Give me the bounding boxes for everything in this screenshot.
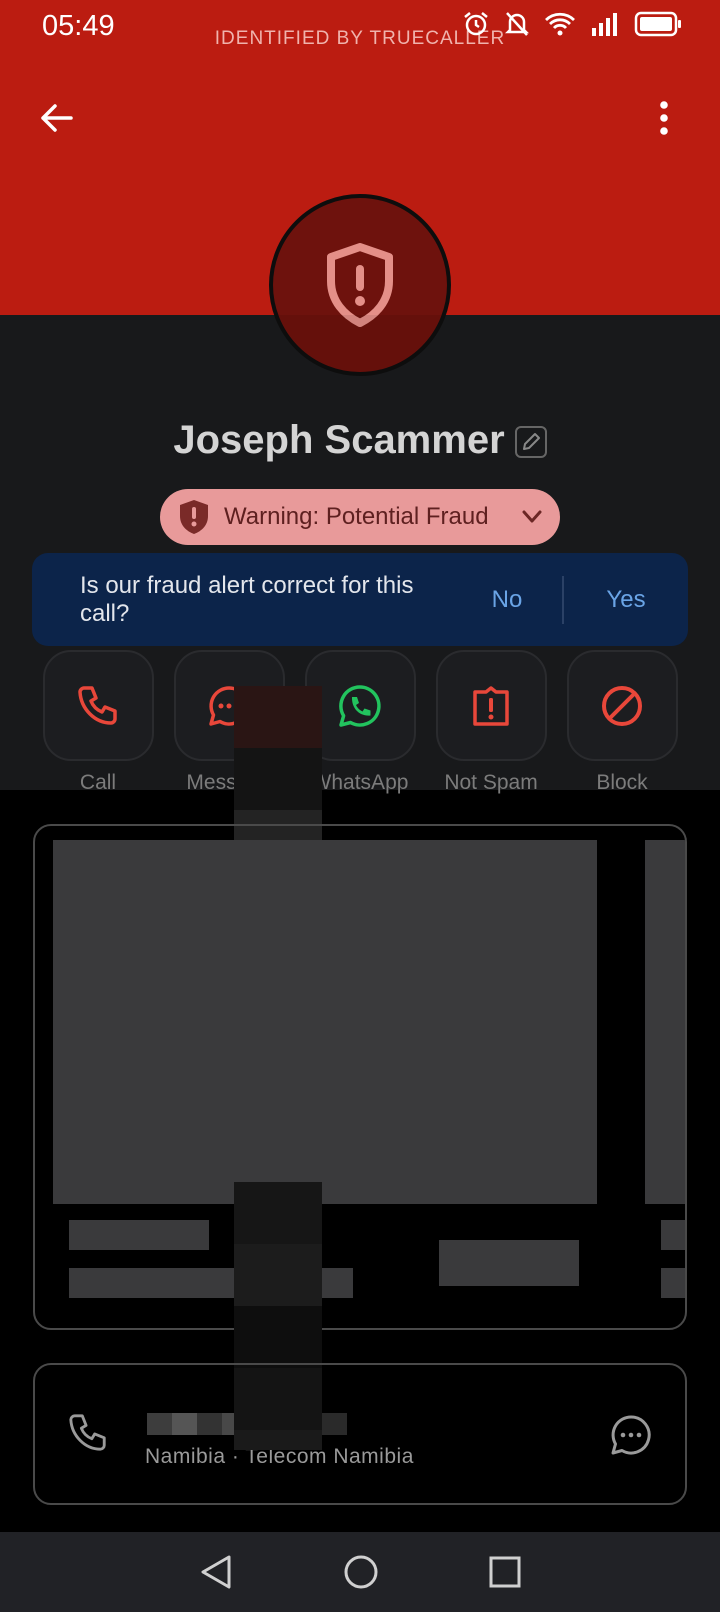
not-spam-icon xyxy=(473,685,509,726)
ad-card[interactable] xyxy=(33,824,687,1330)
phone-icon xyxy=(69,1414,106,1451)
block-icon xyxy=(602,685,642,726)
not-spam-label: Not Spam xyxy=(444,771,538,794)
contact-name: Joseph Scammer xyxy=(173,418,505,462)
fraud-warning-pill[interactable]: Warning: Potential Fraud xyxy=(160,489,560,545)
not-spam-button[interactable] xyxy=(435,650,547,761)
system-navigation-bar xyxy=(0,1532,720,1612)
image-placeholder xyxy=(645,840,685,1204)
feedback-question: Is our fraud alert correct for this call… xyxy=(80,571,414,627)
redaction-block xyxy=(234,748,322,810)
whatsapp-icon xyxy=(339,684,381,727)
phone-icon xyxy=(78,685,117,725)
fraud-feedback-banner: Is our fraud alert correct for this call… xyxy=(32,553,688,646)
redaction-block xyxy=(234,686,322,748)
feedback-yes-button[interactable]: Yes xyxy=(564,586,688,614)
redaction-block xyxy=(234,1368,322,1430)
avatar xyxy=(269,194,451,376)
image-placeholder xyxy=(53,840,597,1204)
block-action[interactable]: Block xyxy=(566,650,678,795)
edit-name-button[interactable] xyxy=(514,425,547,458)
status-icons xyxy=(462,10,682,38)
block-label: Block xyxy=(596,771,648,794)
nav-home-icon[interactable] xyxy=(343,1554,379,1590)
text-placeholder xyxy=(661,1268,685,1298)
button-placeholder xyxy=(439,1240,579,1286)
redaction-block xyxy=(234,1182,322,1244)
wifi-icon xyxy=(545,12,575,36)
pencil-icon xyxy=(522,432,540,450)
back-button[interactable] xyxy=(34,96,78,140)
shield-warning-icon xyxy=(180,500,208,534)
mute-icon xyxy=(504,12,530,36)
block-button[interactable] xyxy=(566,650,678,761)
call-button[interactable] xyxy=(42,650,154,761)
warning-text: Warning: Potential Fraud xyxy=(224,503,489,530)
action-bar: Call Message WhatsApp Not Spam Block xyxy=(0,650,720,795)
redaction-block xyxy=(234,1306,322,1368)
chevron-down-icon xyxy=(522,510,542,523)
message-icon[interactable] xyxy=(609,1413,653,1457)
alarm-icon xyxy=(464,12,488,36)
redaction-block xyxy=(234,1430,322,1450)
redaction-block xyxy=(234,1244,322,1306)
name-row: Joseph Scammer xyxy=(0,418,720,463)
nav-back-icon[interactable] xyxy=(199,1554,233,1590)
call-action[interactable]: Call xyxy=(42,650,154,795)
call-label: Call xyxy=(79,771,117,794)
battery-icon xyxy=(634,11,681,37)
feedback-no-button[interactable]: No xyxy=(452,586,562,614)
not-spam-action[interactable]: Not Spam xyxy=(435,650,547,795)
signal-icon xyxy=(592,13,617,36)
text-placeholder xyxy=(661,1220,685,1250)
contact-number-card[interactable]: Namibia · Telecom Namibia xyxy=(33,1363,687,1505)
whatsapp-label: WhatsApp xyxy=(311,771,409,794)
nav-recents-icon[interactable] xyxy=(489,1556,521,1588)
more-options-button[interactable] xyxy=(652,96,676,140)
more-vertical-icon xyxy=(660,101,668,135)
shield-alert-icon xyxy=(327,243,393,327)
arrow-left-icon xyxy=(41,104,73,132)
text-placeholder xyxy=(69,1220,209,1250)
